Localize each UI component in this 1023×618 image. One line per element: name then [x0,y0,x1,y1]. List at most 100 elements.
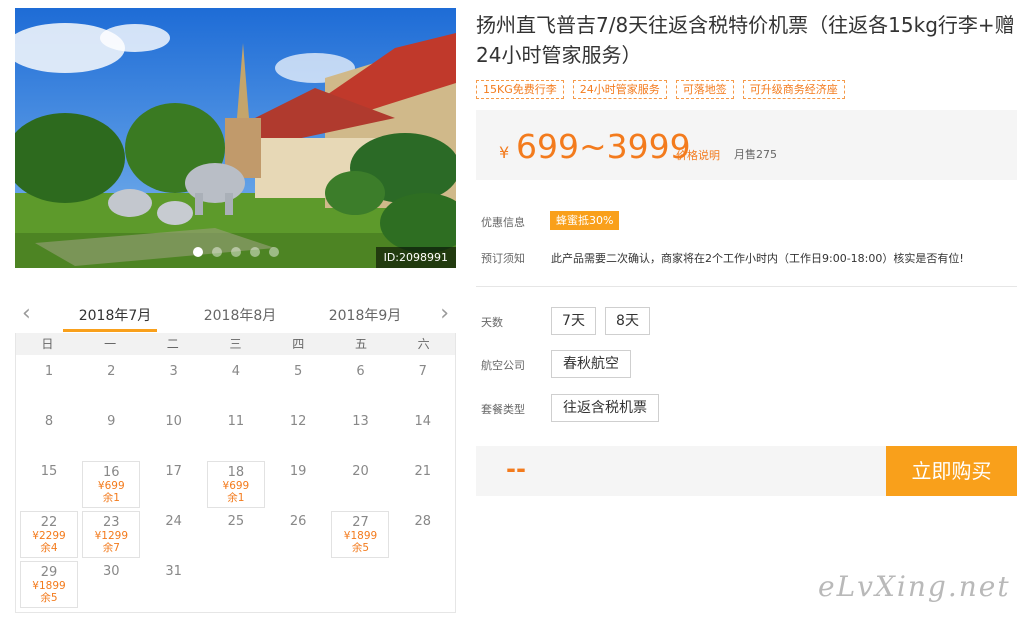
calendar-day: 26 [267,509,329,559]
days-option-8[interactable]: 8天 [605,307,650,335]
calendar-day[interactable]: 16 ¥699 余1 [80,459,142,509]
feature-tag: 24小时管家服务 [572,80,667,99]
calendar-day-number: 22 [40,515,58,530]
calendar-day-number: 29 [40,565,58,580]
calendar-day: 21 [392,459,454,509]
image-id-label: ID:2098991 [375,247,456,268]
month-tab-3[interactable]: 2018年9月 [325,305,405,325]
calendar-day-remaining: 余5 [351,542,370,554]
calendar-day-cell: 31 [145,561,203,608]
calendar-day-cell: 14 [394,411,452,458]
monthly-sales: 月售275 [734,148,777,161]
calendar-day[interactable]: 27 ¥1899 余5 [329,509,391,559]
feature-tag: 可落地签 [675,80,734,99]
weekday-label: 二 [166,337,179,351]
calendar-day-cell: 2 [82,361,140,408]
days-option-7[interactable]: 7天 [551,307,596,335]
calendar-day-cell: 12 [269,411,327,458]
calendar-day-number: 23 [103,515,120,530]
month-tab-1[interactable]: 2018年7月 [75,305,155,325]
weekday-label: 四 [292,337,305,351]
calendar-day[interactable]: 23 ¥1299 余7 [80,509,142,559]
gallery-dot[interactable] [249,247,260,257]
calendar-day: 25 [205,509,267,559]
month-tab-2[interactable]: 2018年8月 [200,305,280,325]
calendar-day-remaining: 余4 [40,542,58,554]
calendar-day-cell: 21 [394,461,452,508]
calendar-day-number: 2 [107,364,116,379]
calendar-day-cell: 17 [145,461,203,508]
calendar-day: 5 [267,359,329,409]
package-label: 套餐类型 [481,403,525,416]
calendar-day: 14 [392,409,454,459]
calendar-day-cell[interactable]: 22 ¥2299 余4 [20,511,78,558]
calendar-day-number: 13 [352,414,369,429]
calendar-day-cell[interactable]: 29 ¥1899 余5 [20,561,78,608]
calendar-day-number: 10 [165,414,182,429]
weekday-label: 六 [417,337,430,351]
product-title: 扬州直飞普吉7/8天往返含税特价机票（往返各15kg行李+赠24小时管家服务） [476,13,1015,67]
calendar-day-cell: 9 [82,411,140,458]
calendar-day-number: 7 [418,364,427,379]
price-box: ¥ 699~3999 价格说明 月售275 [476,110,1017,180]
airline-option[interactable]: 春秋航空 [551,350,631,378]
calendar-day[interactable]: 29 ¥1899 余5 [18,559,80,609]
calendar-day-cell: 20 [331,461,389,508]
calendar-day: 28 [392,509,454,559]
calendar-day-cell: 28 [394,511,452,558]
calendar-day-cell: 26 [269,511,327,558]
calendar-day-number: 26 [289,514,307,529]
calendar-day: 2 [80,359,142,409]
calendar-day-cell: 11 [207,411,265,458]
site-watermark: eLvXing.net [818,570,1011,603]
calendar-day-remaining: 余1 [227,492,245,504]
calendar-day-cell: 4 [207,361,265,408]
calendar-day-number: 19 [289,464,307,479]
temple-photo [15,8,456,268]
feature-tag: 15KG免费行李 [476,80,564,99]
product-gallery[interactable]: ID:2098991 [15,8,456,268]
calendar-day-number: 14 [414,414,432,429]
calendar-day-cell[interactable]: 27 ¥1899 余5 [331,511,390,558]
calendar-day-cell: 8 [20,411,78,458]
gallery-dot[interactable] [211,247,222,257]
package-option[interactable]: 往返含税机票 [551,394,659,422]
calendar-day-remaining: 余7 [102,542,120,554]
calendar-day-price: ¥1299 [94,530,128,542]
calendar-day-cell: 13 [331,411,389,458]
gallery-dot[interactable] [230,247,241,257]
buy-now-button[interactable]: 立即购买 [886,446,1017,496]
calendar-day-number: 6 [356,364,365,379]
calendar-day-number: 27 [352,515,369,530]
calendar-day-number: 30 [103,564,120,579]
calendar-day-cell: 10 [145,411,203,458]
feature-tag: 可升级商务经济座 [742,80,845,99]
weekday-label: 五 [354,337,367,351]
calendar-day-number: 24 [165,514,182,529]
calendar-day[interactable]: 22 ¥2299 余4 [18,509,80,559]
gallery-dot[interactable] [192,247,203,257]
calendar-day-price: ¥699 [222,480,250,492]
calendar-day-cell: 19 [269,461,327,508]
calendar-day: 30 [80,559,142,609]
calendar-day-number: 16 [103,465,120,480]
calendar-day-cell: 7 [394,361,452,408]
selected-price: -- [506,455,526,483]
calendar-day-cell[interactable]: 23 ¥1299 余7 [82,511,141,558]
calendar-day-cell[interactable]: 18 ¥699 余1 [206,461,265,508]
booking-notice-label: 预订须知 [481,252,525,265]
calendar-day[interactable]: 18 ¥699 余1 [205,459,267,509]
calendar-day-cell: 24 [145,511,203,558]
calendar-day-cell[interactable]: 16 ¥699 余1 [82,461,141,508]
prev-month-chevron-icon[interactable]: ‹ [22,301,31,326]
calendar-day-number: 3 [169,364,178,379]
price-range: 699~3999 [516,127,691,166]
next-month-chevron-icon[interactable]: › [440,301,449,326]
calendar-day-price: ¥1899 [343,530,378,542]
promo-badge: 蜂蜜抵30% [550,211,620,230]
active-month-underline [63,329,157,332]
weekday-label: 日 [41,337,54,351]
price-note-link[interactable]: 价格说明 [676,147,720,163]
gallery-dot[interactable] [268,247,279,257]
calendar-day-number: 1 [44,364,54,379]
